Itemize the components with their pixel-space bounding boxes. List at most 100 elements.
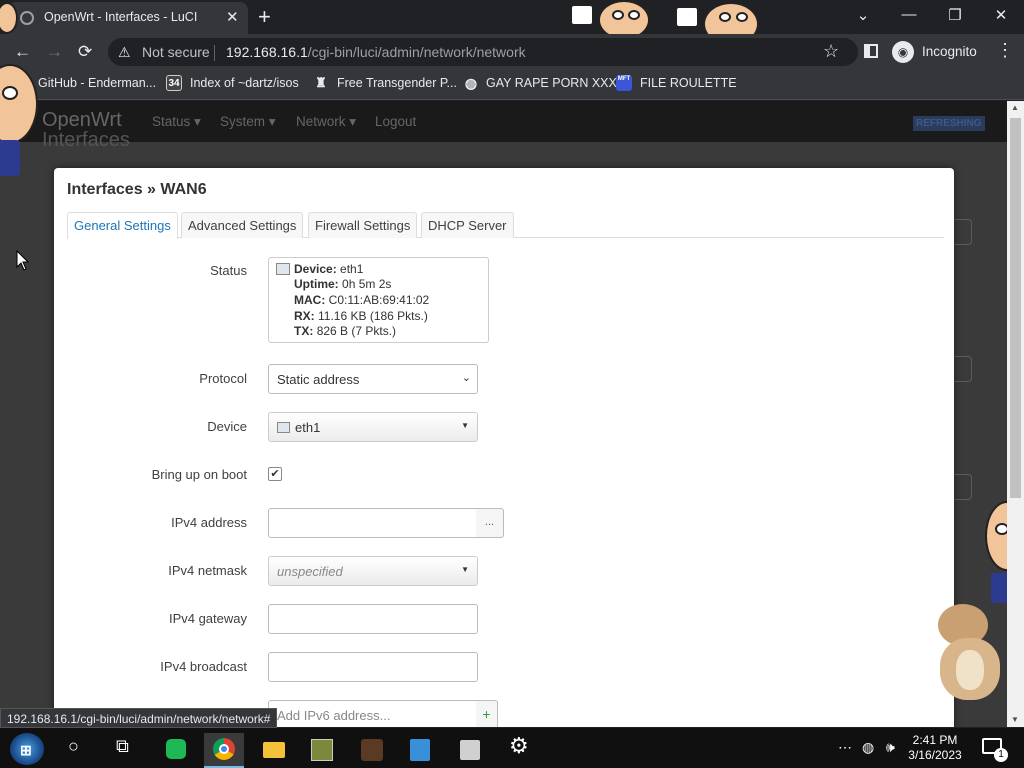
device-dropdown[interactable]: eth1 ▼ [268,412,478,442]
sticker-hamster [930,598,1005,708]
ipv4-broadcast-input[interactable] [268,652,478,682]
ipv4-broadcast-label: IPv4 broadcast [160,659,247,674]
folder-icon [263,742,285,758]
tab-general-settings[interactable]: General Settings [67,212,178,239]
tab-search-chevron-icon[interactable]: ⌄ [848,6,878,24]
url-host: 192.168.16.1 [226,44,308,60]
menu-logout[interactable]: Logout [375,114,416,129]
ipv4-address-input[interactable] [268,508,478,538]
status-rx: RX: 11.16 KB (186 Pkts.) [294,309,428,323]
checkmark-icon: ✔ [270,468,280,480]
modal-title: Interfaces » WAN6 [67,181,207,198]
taskbar-app-vm[interactable] [450,733,490,768]
ipv6-address-input[interactable]: Add IPv6 address... [268,700,478,727]
settings-gear-icon[interactable]: ⚙ [509,733,529,759]
refreshing-badge[interactable]: REFRESHING [913,116,985,131]
close-window-button[interactable]: ✕ [986,6,1016,24]
taskbar-app-spotify[interactable] [156,733,196,768]
scroll-up-icon[interactable]: ▲ [1011,103,1019,112]
volume-icon[interactable]: 🕪 [886,739,895,756]
protocol-select[interactable]: Static address ⌄ [268,364,478,394]
taskbar-app-media[interactable] [352,733,392,768]
tab-advanced-settings[interactable]: Advanced Settings [181,212,304,238]
bookmark-index-isos[interactable]: Index of ~dartz/isos [190,76,299,90]
restore-button[interactable]: ❐ [940,6,970,24]
ipv4-gateway-label: IPv4 gateway [168,611,247,626]
modal-tabs: General Settings Advanced Settings Firew… [67,212,944,239]
url-path: /cgi-bin/luci/admin/network/network [307,44,526,60]
status-tx: TX: 826 B (7 Pkts.) [294,324,397,338]
taskbar-app-network[interactable] [400,733,440,768]
network-globe-icon[interactable]: ◍ [862,739,874,756]
ipv6-add-button[interactable]: + [476,700,498,727]
ipv4-gateway-input[interactable] [268,604,478,634]
browser-tab[interactable]: OpenWrt - Interfaces - LuCI ✕ [8,2,248,34]
link-status-bubble: 192.168.16.1/cgi-bin/luci/admin/network/… [0,708,278,728]
protocol-label: Protocol [199,371,247,386]
side-panel-icon[interactable] [864,44,878,58]
bookmark-icon: ♜ [313,75,329,91]
status-mac: MAC: C0:11:AB:69:41:02 [294,293,430,307]
sticker-cartoon-face-left [0,0,40,180]
chrome-center-icon [219,744,229,754]
warning-icon[interactable]: ⚠ [118,44,131,61]
ethernet-port-icon [276,263,290,275]
tab-close-icon[interactable]: ✕ [226,8,239,26]
bookmark-free-trans[interactable]: Free Transgender P... [337,76,457,90]
menu-status[interactable]: Status ▾ [152,114,201,130]
ipv4-netmask-label: IPv4 netmask [168,563,247,578]
incognito-label[interactable]: Incognito [922,44,977,59]
menu-system[interactable]: System ▾ [220,114,276,130]
protocol-value: Static address [277,372,360,387]
ipv4-netmask-dropdown[interactable]: unspecified ▼ [268,556,478,586]
forward-button[interactable]: → [46,42,63,62]
tray-overflow-icon[interactable]: ⋯ [838,739,852,756]
webpage: OpenWrt Status ▾ System ▾ Network ▾ Logo… [0,101,1007,727]
windows-logo-icon: ⊞ [20,742,32,758]
taskbar-app-explorer[interactable] [254,733,294,768]
ipv4-address-label: IPv4 address [171,515,247,530]
status-uptime: Uptime: 0h 5m 2s [294,277,392,291]
reload-button[interactable]: ⟳ [78,42,92,62]
ethernet-port-icon [277,422,290,433]
minimize-button[interactable]: — [894,6,924,23]
bookmark-file-roulette[interactable]: FILE ROULETTE [640,76,737,90]
bookmark-github[interactable]: GitHub - Enderman... [38,76,156,90]
clock-time: 2:41 PM [912,733,958,747]
incognito-icon[interactable]: ◉ [892,41,914,63]
index-icon: 34 [166,75,182,91]
not-secure-label[interactable]: Not secure [142,44,210,60]
bring-up-on-boot-checkbox[interactable]: ✔ [268,467,282,481]
netmask-value: unspecified [277,564,343,579]
chrome-menu-icon[interactable]: ⋮ [996,40,1014,61]
device-value: eth1 [295,420,321,435]
taskbar-app-chrome[interactable] [204,733,244,768]
globe-icon: ◍ [463,75,479,91]
behind-page-title: Interfaces [42,129,130,151]
new-tab-button[interactable]: + [258,4,271,30]
caret-down-icon: ▼ [461,565,469,574]
scroll-down-icon[interactable]: ▼ [1011,715,1019,724]
chevron-down-icon: ⌄ [461,372,471,384]
bookmark-gay[interactable]: GAY RAPE PORN XXX [486,76,617,90]
luci-header: OpenWrt Status ▾ System ▾ Network ▾ Logo… [0,101,1007,142]
tab-firewall-settings[interactable]: Firewall Settings [308,212,418,238]
task-view-icon[interactable]: ⧉ [116,736,129,757]
taskbar-app-game[interactable] [302,733,342,768]
menu-network[interactable]: Network ▾ [296,114,356,130]
url-text[interactable]: 192.168.16.1/cgi-bin/luci/admin/network/… [226,44,526,60]
status-label: Status [210,263,247,278]
status-box: Device: eth1 Uptime: 0h 5m 2s MAC: C0:11… [268,257,489,343]
ipv4-address-more-button[interactable]: ... [476,508,504,538]
taskbar-clock[interactable]: 2:41 PM 3/16/2023 [905,733,965,763]
tab-title: OpenWrt - Interfaces - LuCI [44,10,198,24]
interface-edit-modal: Interfaces » WAN6 General Settings Advan… [54,168,954,727]
notification-count-badge: 1 [994,748,1008,762]
green-app-icon [166,739,186,759]
cortana-icon[interactable]: ○ [68,736,79,757]
mouse-cursor-icon [16,249,30,277]
game-icon [311,739,333,761]
scrollbar-thumb[interactable] [1010,118,1021,498]
tab-dhcp-server[interactable]: DHCP Server [421,212,514,238]
bookmark-star-icon[interactable]: ☆ [823,41,839,62]
